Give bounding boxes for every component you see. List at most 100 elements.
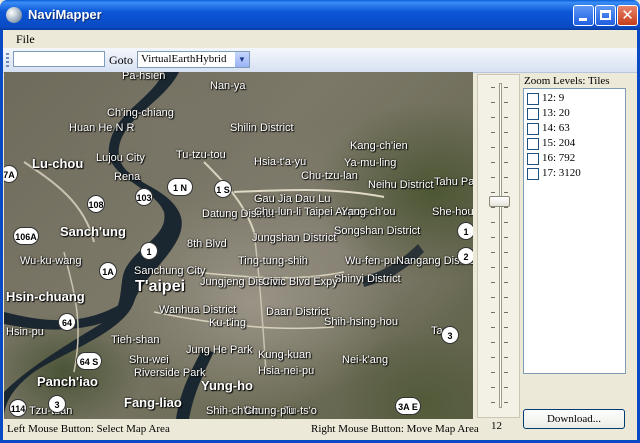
slider-tick	[491, 102, 495, 103]
map-label: Shih-hsing-hou	[324, 316, 398, 328]
slider-tick	[491, 87, 495, 88]
maximize-icon	[600, 10, 611, 20]
map-label: Tieh-shan	[111, 334, 160, 346]
map-label: Wanhua District	[159, 304, 237, 316]
slider-tick	[491, 177, 495, 178]
map-label: Tahu Park	[434, 176, 473, 188]
map-label: 8th Blvd	[187, 238, 227, 250]
route-shield: 3	[441, 326, 459, 344]
slider-tick	[504, 87, 508, 88]
map-label: Lujou City	[96, 152, 145, 164]
route-shield: 106A	[13, 227, 39, 245]
map-label: Daan District	[266, 306, 329, 318]
map-label: Wu-fen-pu	[345, 255, 397, 267]
goto-label: Goto	[109, 53, 133, 67]
map-label: Chu-tzu-lan	[301, 170, 358, 182]
map-label: Ting-tung-shih	[238, 255, 308, 267]
slider-tick	[491, 207, 495, 208]
slider-tick	[491, 327, 495, 328]
slider-tick	[491, 237, 495, 238]
slider-tick	[504, 132, 508, 133]
slider-tick	[504, 357, 508, 358]
dropdown-arrow-icon[interactable]: ▼	[235, 52, 249, 67]
minimize-button[interactable]	[573, 5, 594, 26]
slider-tick	[504, 312, 508, 313]
slider-tick	[504, 372, 508, 373]
checkbox[interactable]	[527, 123, 539, 135]
map-label: Hsia-t'a-yu	[254, 156, 307, 168]
map-label: Shilin District	[230, 122, 294, 134]
map-label: Huan He N R	[69, 122, 135, 134]
zoom-level-label: 14: 63	[542, 122, 570, 134]
slider-tick	[491, 117, 495, 118]
map-label: Kang-ch'ien	[350, 140, 408, 152]
slider-tick	[504, 102, 508, 103]
slider-tick	[504, 327, 508, 328]
route-shield: 2	[457, 247, 473, 265]
checkbox[interactable]	[527, 138, 539, 150]
map-label: Pa-hsien	[122, 72, 166, 82]
close-icon: ✕	[621, 6, 634, 24]
map-label: Songshan District	[334, 225, 421, 237]
route-shield: 3	[48, 395, 66, 413]
map-label: Sanchung City	[134, 265, 206, 277]
app-globe-icon	[6, 7, 22, 23]
checkbox[interactable]	[527, 168, 539, 180]
slider-tick	[491, 297, 495, 298]
zoom-level-label: 16: 792	[542, 152, 576, 164]
slider-tick	[491, 387, 495, 388]
checkbox[interactable]	[527, 153, 539, 165]
maximize-button[interactable]	[595, 5, 616, 26]
close-button[interactable]: ✕	[617, 5, 638, 26]
location-input[interactable]	[13, 51, 105, 67]
route-shield: 114	[9, 399, 27, 417]
zoom-slider[interactable]	[477, 74, 520, 418]
slider-tick	[491, 147, 495, 148]
status-left-hint: Left Mouse Button: Select Map Area	[7, 423, 170, 435]
toolbar: Goto VirtualEarthHybrid ▼	[3, 48, 637, 73]
slider-tick	[504, 222, 508, 223]
map-type-select[interactable]: VirtualEarthHybrid ▼	[137, 51, 250, 68]
zoom-levels-list: 12: 9 13: 20 14: 63 15: 204 16: 792 17: …	[523, 88, 626, 374]
route-shield: 1	[140, 242, 158, 260]
map-label: Ch'ing-chiang	[107, 107, 174, 119]
map-label: Fang-liao	[124, 395, 182, 410]
map-label: Ku-t'ing	[209, 317, 246, 329]
status-right-hint: Right Mouse Button: Move Map Area	[311, 423, 479, 435]
map-label: Hsia-nei-pu	[258, 365, 315, 377]
map-label: Panch'iao	[37, 374, 98, 389]
slider-tick	[491, 267, 495, 268]
zoom-slider-track[interactable]	[499, 83, 502, 408]
route-shield: 1 S	[214, 180, 232, 198]
route-shield: 1 N	[167, 178, 193, 196]
zoom-level-label: 12: 9	[542, 92, 565, 104]
map-label: Rena	[114, 171, 141, 183]
slider-tick	[504, 147, 508, 148]
download-button[interactable]: Download...	[523, 409, 625, 429]
map-label: Hsin-chuang	[6, 289, 85, 304]
map-label: Jung He Park	[186, 344, 253, 356]
map-label: Chung-p'u	[244, 405, 295, 417]
zoom-levels-title: Zoom Levels: Tiles	[524, 75, 610, 87]
zoom-slider-thumb[interactable]	[489, 196, 510, 207]
title-bar[interactable]: NaviMapper ✕	[0, 0, 640, 30]
map-view[interactable]: Pa-hsien Ch'ing-chiang Nan-ya Huan He N …	[4, 72, 473, 419]
checkbox[interactable]	[527, 93, 539, 105]
menu-bar: File	[3, 30, 637, 48]
slider-tick	[504, 177, 508, 178]
slider-tick	[491, 252, 495, 253]
checkbox[interactable]	[527, 108, 539, 120]
slider-tick	[504, 267, 508, 268]
slider-tick	[504, 297, 508, 298]
slider-tick	[504, 342, 508, 343]
map-label: Jungshan District	[252, 232, 337, 244]
zoom-level-value: 12	[491, 420, 502, 432]
toolbar-grip-icon[interactable]	[6, 53, 9, 67]
map-label: Nan-ya	[210, 80, 246, 92]
map-label: Sanch'ung	[60, 224, 126, 239]
slider-tick	[504, 402, 508, 403]
map-label: Lu-chou	[32, 156, 84, 171]
menu-file[interactable]: File	[16, 32, 35, 47]
window-title: NaviMapper	[28, 7, 102, 22]
slider-tick	[504, 387, 508, 388]
